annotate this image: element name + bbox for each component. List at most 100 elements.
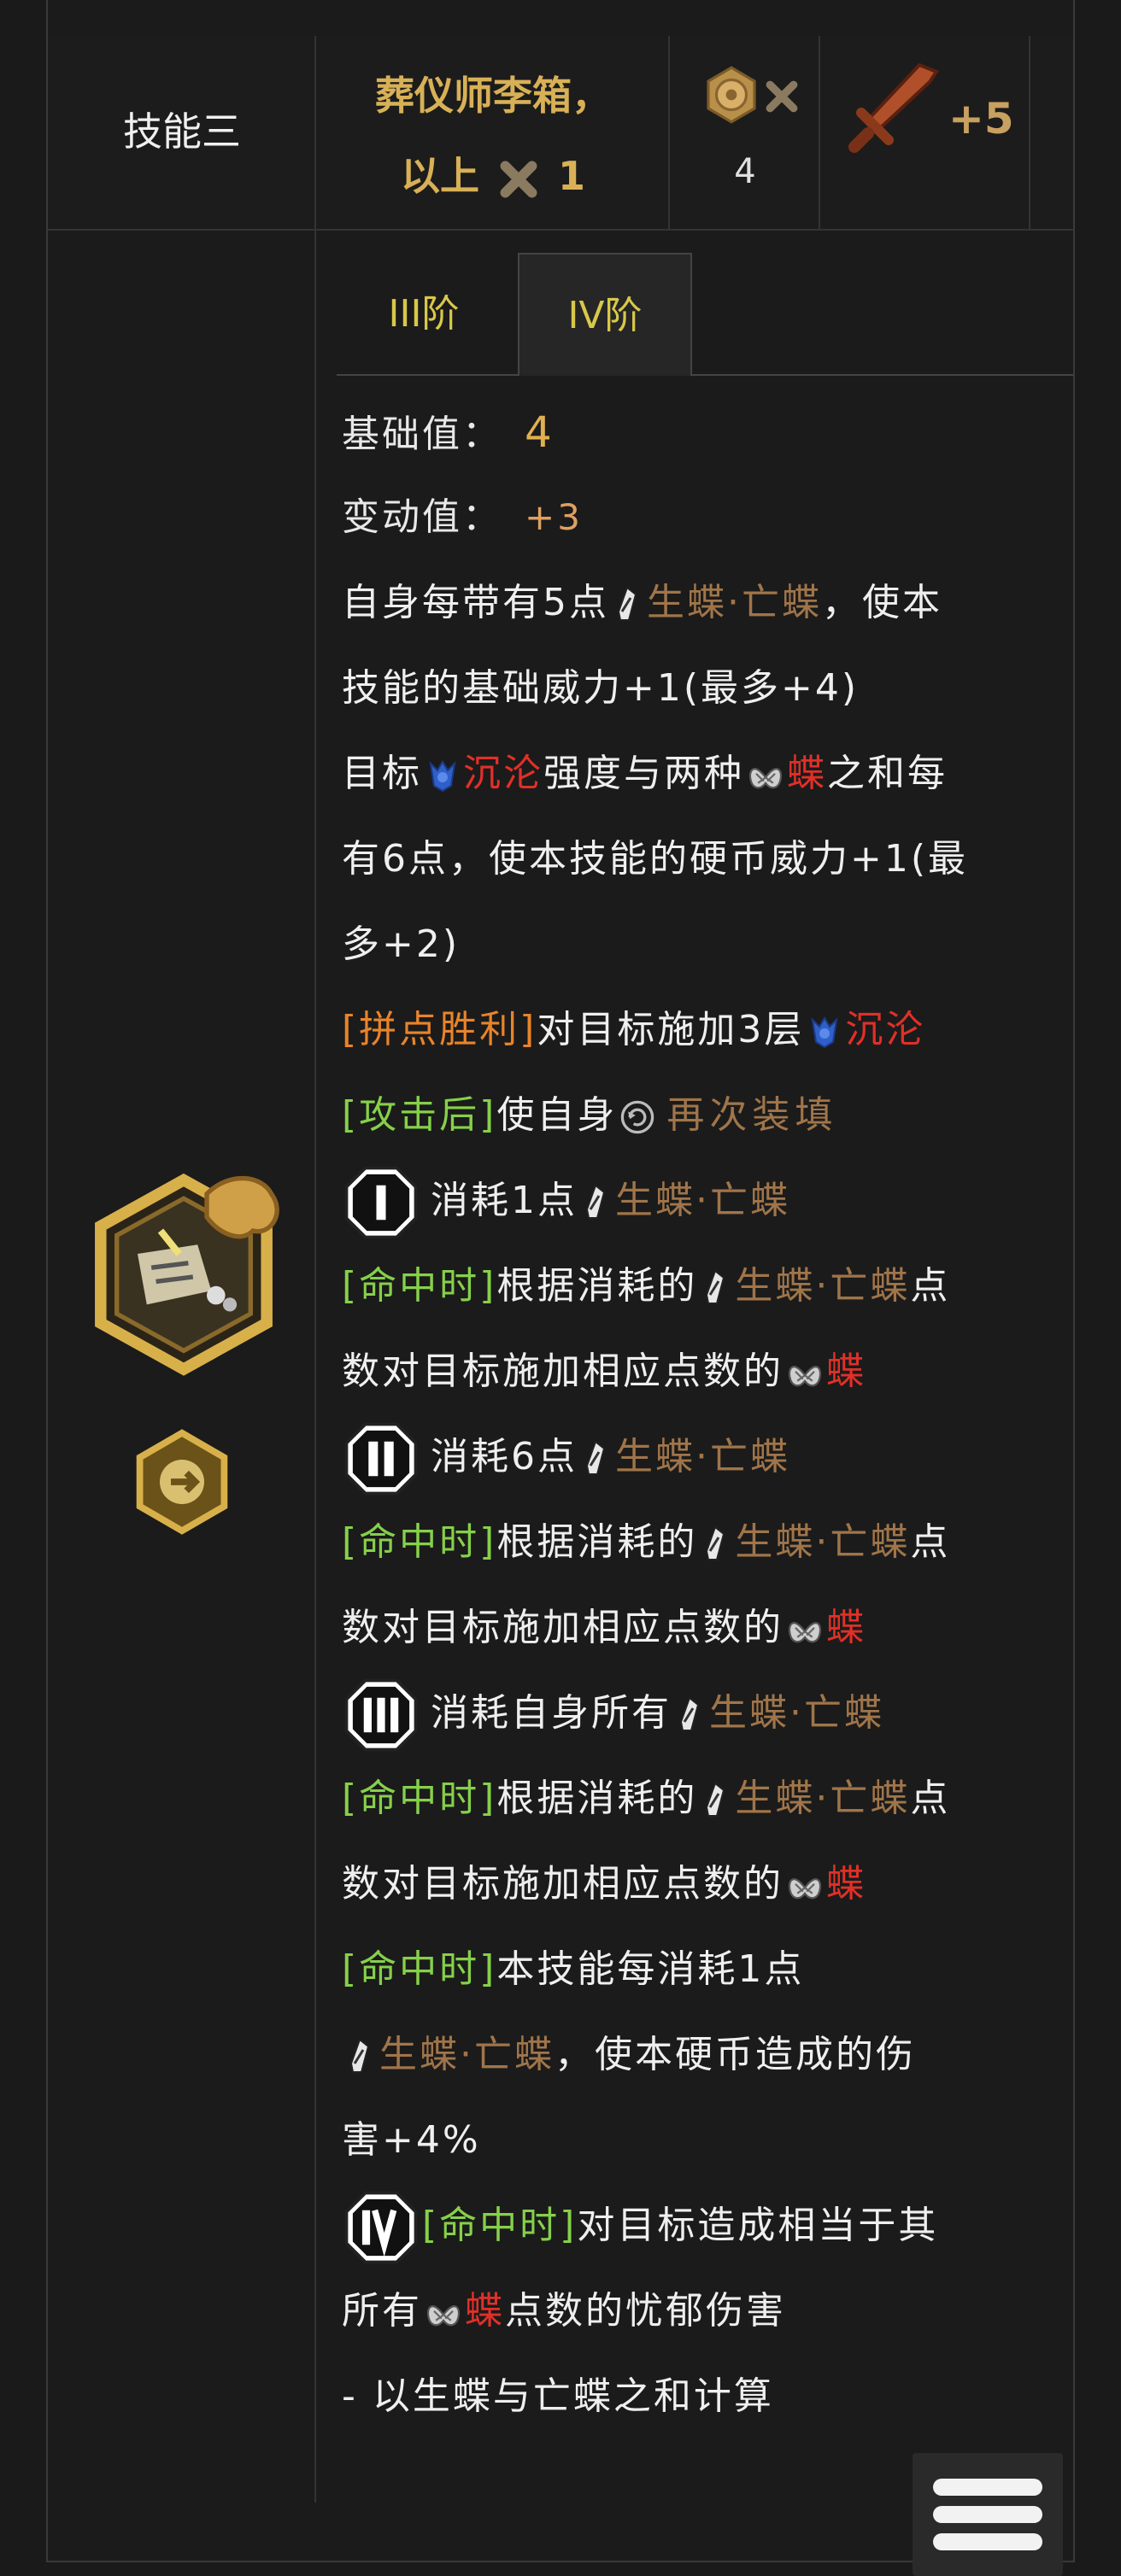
coin-1-icon	[344, 1166, 418, 1239]
desc-text: 点	[910, 1777, 951, 1820]
desc-text: 本技能每消耗1点	[496, 1947, 805, 1991]
tab-tier-4[interactable]: IV阶	[518, 253, 692, 376]
attack-cell: +5	[820, 36, 1030, 231]
butterfly-both-term: 生蝶·亡蝶	[735, 1777, 911, 1820]
desc-line: 所有 蝶点数的忧郁伤害	[342, 2269, 1059, 2354]
on-hit-tag: [命中时]	[422, 2204, 578, 2247]
tab-tier-3[interactable]: III阶	[337, 253, 511, 376]
desc-text: 自身每带有5点	[342, 581, 609, 624]
butterfly-term: 蝶	[465, 2289, 505, 2333]
desc-text: 之和每	[827, 752, 948, 795]
desc-line: 害+4%	[342, 2098, 1059, 2183]
sink-term: 沉沦	[463, 752, 543, 795]
base-value: 4	[525, 407, 555, 457]
bullet-icon	[705, 1269, 725, 1305]
desc-text: 消耗1点	[431, 1179, 578, 1222]
butterfly-both-term: 生蝶·亡蝶	[647, 581, 822, 624]
bullet-icon	[585, 1184, 606, 1220]
desc-text: 使自身	[496, 1093, 618, 1137]
condition-prefix: 以上	[400, 153, 479, 199]
bullet-icon	[705, 1525, 725, 1561]
desc-line: [攻击后]使自身 再次装填	[342, 1073, 1059, 1158]
skill-art-icon	[95, 1173, 279, 1376]
condition-cell: 葬仪师李箱， 以上 1	[316, 36, 670, 231]
butterfly-both-term: 生蝶·亡蝶	[735, 1264, 911, 1308]
change-value-label: 变动值：	[342, 495, 502, 539]
bullet-icon	[585, 1440, 606, 1476]
desc-text: 技能的基础威力+1(最多+4)	[342, 666, 860, 710]
desc-text: ，使本	[822, 581, 942, 624]
sword-icon	[848, 62, 940, 153]
desc-text: 数对目标施加相应点数的	[342, 1349, 784, 1393]
skill-name-cell: 技能三	[48, 36, 316, 231]
butterfly-term: 蝶	[787, 752, 827, 795]
cost-cell: 4	[670, 36, 820, 231]
desc-line: [命中时]根据消耗的 生蝶·亡蝶点	[342, 1244, 1059, 1329]
condition-count: 1	[558, 153, 586, 199]
coin-hexagon-icon	[707, 66, 756, 124]
desc-line: 多+2)	[342, 902, 1059, 987]
desc-line: [拼点胜利]对目标施加3层 沉沦	[342, 987, 1059, 1073]
butterfly-both-term: 生蝶·亡蝶	[615, 1435, 790, 1478]
desc-line: 自身每带有5点 生蝶·亡蝶，使本	[342, 560, 1059, 646]
cost-value: 4	[734, 152, 756, 191]
butterfly-icon	[426, 2305, 461, 2327]
butterfly-both-term: 生蝶·亡蝶	[709, 1691, 884, 1735]
skill-header-row: 技能三 葬仪师李箱， 以上 1 4 +5	[48, 36, 1073, 231]
desc-text: - 以生蝶与亡蝶之和计算	[342, 2374, 774, 2418]
reload-term: 再次装填	[666, 1093, 838, 1137]
after-attack-tag: [攻击后]	[342, 1093, 497, 1137]
sink-icon	[430, 761, 455, 792]
coin-1-line: 消耗1点 生蝶·亡蝶	[342, 1158, 1059, 1244]
on-hit-tag: [命中时]	[342, 1520, 497, 1564]
desc-line: [命中时]本技能每消耗1点	[342, 1927, 1059, 2012]
desc-line: [命中时]根据消耗的 生蝶·亡蝶点	[342, 1756, 1059, 1841]
condition-requirement: 以上 1	[316, 145, 670, 202]
skill-name: 技能三	[123, 108, 241, 155]
cross-icon	[766, 80, 798, 113]
base-value-label: 基础值：	[342, 413, 502, 456]
bullet-icon	[705, 1782, 725, 1818]
desc-text: 目标	[342, 752, 422, 795]
butterfly-icon	[748, 768, 783, 789]
sink-term: 沉沦	[845, 1008, 926, 1051]
desc-line: 有6点，使本技能的硬币威力+1(最	[342, 817, 1059, 902]
desc-text: 点	[910, 1264, 951, 1308]
reload-icon	[621, 1100, 654, 1134]
on-hit-tag: [命中时]	[342, 1264, 497, 1308]
change-value-line: 变动值： +3	[342, 475, 1059, 560]
bullet-icon	[679, 1696, 700, 1732]
desc-line: 数对目标施加相应点数的蝶	[342, 1841, 1059, 1927]
desc-text: 有6点，使本技能的硬币威力+1(最	[342, 837, 969, 881]
butterfly-both-term: 生蝶·亡蝶	[615, 1179, 790, 1222]
butterfly-icon	[788, 1878, 822, 1900]
desc-line: [命中时]根据消耗的 生蝶·亡蝶点	[342, 1500, 1059, 1585]
on-hit-tag: [命中时]	[342, 1947, 497, 1991]
coin-4-line: [命中时]对目标造成相当于其	[342, 2183, 1059, 2269]
desc-text: 点	[910, 1520, 951, 1564]
butterfly-term: 蝶	[826, 1862, 866, 1906]
desc-line: 目标 沉沦强度与两种 蝶之和每	[342, 731, 1059, 817]
clash-win-tag: [拼点胜利]	[342, 1008, 537, 1051]
bullet-icon	[349, 2038, 370, 2074]
desc-text: 所有	[342, 2289, 422, 2333]
desc-text: 根据消耗的	[496, 1520, 698, 1564]
butterfly-icon	[788, 1622, 822, 1643]
header-spacer-cell	[1030, 36, 1073, 231]
desc-text: 数对目标施加相应点数的	[342, 1606, 784, 1649]
desc-line: - 以生蝶与亡蝶之和计算	[342, 2354, 1059, 2439]
desc-text: 数对目标施加相应点数的	[342, 1862, 784, 1906]
desc-text: ，使本硬币造成的伤	[555, 2033, 916, 2076]
desc-text: 根据消耗的	[496, 1264, 698, 1308]
attack-bonus: +5	[948, 94, 1014, 143]
coin-3-icon	[344, 1678, 418, 1752]
sink-icon	[812, 1017, 838, 1048]
desc-line: 生蝶·亡蝶，使本硬币造成的伤	[342, 2012, 1059, 2098]
desc-text: 对目标施加3层	[537, 1008, 805, 1051]
desc-text: 根据消耗的	[496, 1777, 698, 1820]
coin-2-line: 消耗6点 生蝶·亡蝶	[342, 1414, 1059, 1500]
hamburger-menu-button[interactable]	[913, 2453, 1063, 2576]
desc-text: 害+4%	[342, 2118, 481, 2162]
coin-3-line: 消耗自身所有 生蝶·亡蝶	[342, 1671, 1059, 1756]
desc-text: 消耗6点	[431, 1435, 578, 1478]
